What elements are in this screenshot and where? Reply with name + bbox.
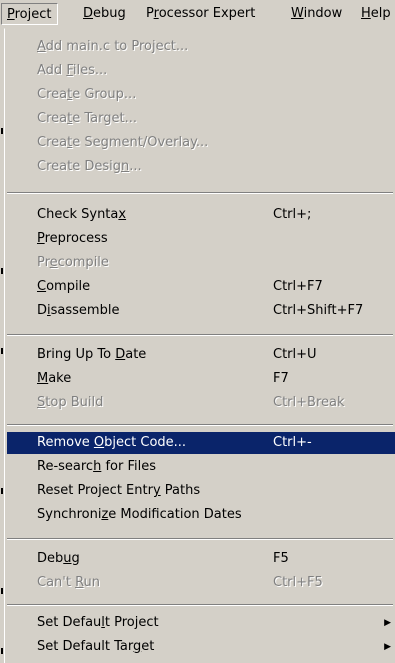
menu-item-shortcut: Ctrl+F7	[273, 279, 323, 294]
menu-item-label: Set Default Target	[37, 639, 155, 654]
menu-item-add-files[interactable]: Add Files...	[7, 60, 395, 82]
menu-item-label: Remove Object Code...	[37, 435, 187, 450]
menu-debug-mnemonic: D	[83, 6, 94, 21]
menu-separator	[7, 192, 393, 194]
menu-item-shortcut: Ctrl+-	[273, 435, 312, 450]
menu-item-label: Make	[37, 371, 72, 386]
menu-help-mnemonic: H	[361, 6, 371, 21]
menu-item-precompile[interactable]: Precompile	[7, 252, 395, 274]
background-mark	[1, 488, 3, 494]
menu-item-shortcut: Ctrl+Shift+F7	[273, 303, 364, 318]
menu-item-synchronize-dates[interactable]: Synchronize Modification Dates	[7, 504, 395, 526]
menu-item-label: Create Group...	[37, 87, 137, 102]
background-mark	[1, 128, 3, 134]
background-mark	[1, 348, 3, 354]
menu-item-label: Compile	[37, 279, 91, 294]
menu-item-set-default-target[interactable]: Set Default Target ▶	[7, 636, 395, 658]
menu-processor-expert[interactable]: Processor Expert	[141, 3, 260, 25]
menu-item-label: Add Files...	[37, 63, 108, 78]
menu-separator	[7, 424, 393, 426]
menu-item-debug[interactable]: Debug F5	[7, 548, 395, 570]
menu-item-research-files[interactable]: Re-search for Files	[7, 456, 395, 478]
menu-project-label-rest: roject	[14, 7, 52, 22]
menu-item-label: Debug	[37, 551, 80, 566]
menu-item-create-design[interactable]: Create Design...	[7, 156, 395, 178]
menu-item-label: Stop Build	[37, 395, 104, 410]
menu-debug-label-rest: ebug	[93, 6, 126, 21]
menu-item-label: Create Segment/Overlay...	[37, 135, 209, 150]
menu-help[interactable]: Help	[356, 3, 395, 25]
menu-item-make[interactable]: Make F7	[7, 368, 395, 390]
background-mark	[1, 648, 3, 654]
menu-item-compile[interactable]: Compile Ctrl+F7	[7, 276, 395, 298]
submenu-arrow-icon: ▶	[384, 618, 391, 628]
menu-item-disassemble[interactable]: Disassemble Ctrl+Shift+F7	[7, 300, 395, 322]
menu-item-check-syntax[interactable]: Check Syntax Ctrl+;	[7, 204, 395, 226]
project-menu-dropdown: Add main.c to Project... Add Files... Cr…	[4, 28, 395, 663]
menu-item-preprocess[interactable]: Preprocess	[7, 228, 395, 250]
menu-project[interactable]: Project	[1, 3, 58, 25]
menu-window[interactable]: Window	[286, 3, 347, 25]
background-mark	[1, 588, 3, 594]
menu-item-label: Reset Project Entry Paths	[37, 483, 201, 498]
menu-help-label-rest: elp	[370, 6, 391, 21]
menu-separator	[7, 538, 393, 540]
background-mark	[1, 268, 3, 274]
menu-item-add-main[interactable]: Add main.c to Project...	[7, 36, 395, 58]
menu-item-label: Add main.c to Project...	[37, 39, 189, 54]
menu-item-create-group[interactable]: Create Group...	[7, 84, 395, 106]
menu-item-remove-object-code[interactable]: Remove Object Code... Ctrl+-	[7, 432, 395, 454]
menu-window-label-rest: indow	[303, 6, 343, 21]
menu-item-cant-run[interactable]: Can't Run Ctrl+F5	[7, 572, 395, 594]
submenu-arrow-icon: ▶	[384, 642, 391, 652]
menu-separator	[7, 334, 393, 336]
menu-item-label: Bring Up To Date	[37, 347, 147, 362]
menu-item-create-segment[interactable]: Create Segment/Overlay...	[7, 132, 395, 154]
menu-item-shortcut: Ctrl+;	[273, 207, 312, 222]
menu-debug[interactable]: Debug	[78, 3, 131, 25]
menu-processor-expert-label: P	[146, 6, 154, 21]
menu-item-set-default-project[interactable]: Set Default Project ▶	[7, 612, 395, 634]
menu-item-create-target[interactable]: Create Target...	[7, 108, 395, 130]
menu-item-shortcut: Ctrl+U	[273, 347, 317, 362]
menu-item-shortcut: F7	[273, 371, 289, 386]
menu-item-label: Create Target...	[37, 111, 137, 126]
menu-item-bring-up-to-date[interactable]: Bring Up To Date Ctrl+U	[7, 344, 395, 366]
menu-item-shortcut: Ctrl+Break	[273, 395, 345, 410]
menu-bar: Project Debug Processor Expert Window He…	[0, 0, 395, 28]
menu-item-shortcut: F5	[273, 551, 289, 566]
menu-item-stop-build[interactable]: Stop Build Ctrl+Break	[7, 392, 395, 414]
menu-item-label: Re-search for Files	[37, 459, 157, 474]
menu-item-label: Precompile	[37, 255, 109, 270]
menu-item-shortcut: Ctrl+F5	[273, 575, 323, 590]
menu-item-label: Create Design...	[37, 159, 142, 174]
menu-window-mnemonic: W	[291, 6, 304, 21]
menu-item-label: Can't Run	[37, 575, 101, 590]
menu-item-label: Disassemble	[37, 303, 120, 318]
menu-project-mnemonic: P	[7, 7, 15, 22]
menu-processor-expert-label-rest: ocessor Expert	[158, 6, 256, 21]
menu-item-label: Preprocess	[37, 231, 108, 246]
menu-item-label: Set Default Project	[37, 615, 159, 630]
menu-separator	[7, 604, 393, 606]
menu-item-reset-project-entry-paths[interactable]: Reset Project Entry Paths	[7, 480, 395, 502]
menu-item-label: Check Syntax	[37, 207, 127, 222]
menu-item-label: Synchronize Modification Dates	[37, 507, 242, 522]
